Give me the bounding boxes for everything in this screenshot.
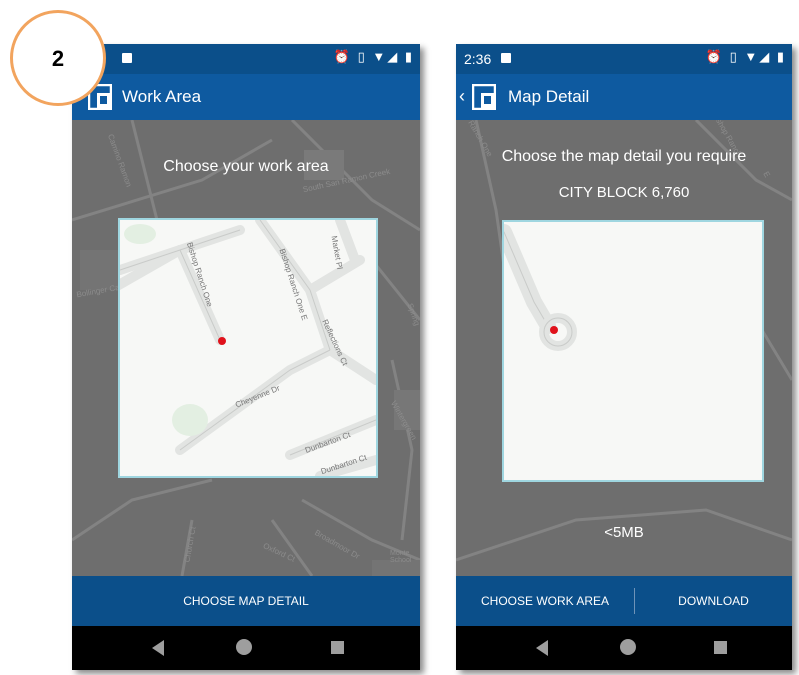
system-status-icons: ⏰ ▯ ▼◢ ▮	[705, 49, 786, 64]
map-label: Monte School	[390, 550, 412, 564]
map-detail-prompt: Choose the map detail you require	[501, 148, 747, 165]
download-size-estimate: <5MB	[604, 524, 644, 541]
work-area-prompt: Choose your work area	[163, 158, 329, 175]
map-background[interactable]: Camino Ramon South San Ramon Creek Bolli…	[72, 120, 420, 576]
nav-recent-apps-icon[interactable]	[331, 641, 344, 654]
page-title: Map Detail	[508, 87, 590, 106]
nav-recent-apps-icon[interactable]	[714, 641, 727, 654]
map-detail-screen: 2:36 ⏰ ▯ ▼◢ ▮ ‹ Map Detail Ranch One Bis…	[456, 44, 792, 670]
map-streets-detail	[504, 224, 577, 351]
choose-map-detail-button[interactable]: CHOOSE MAP DETAIL	[72, 576, 420, 626]
status-bar: ⏰ ▯ ▼◢ ▮	[72, 44, 420, 74]
download-button[interactable]: DOWNLOAD	[635, 576, 792, 626]
image-notification-icon	[122, 53, 132, 63]
clock: 2:36	[464, 51, 492, 67]
choose-work-area-button[interactable]: CHOOSE WORK AREA	[456, 576, 634, 626]
map-background: Ranch One Bishop Ranch E Choose the map …	[456, 120, 792, 576]
bottom-action-bar: CHOOSE MAP DETAIL	[72, 576, 420, 626]
current-location-dot	[218, 337, 226, 345]
work-area-selection-frame[interactable]: Bishop Ranch One Bishop Ranch One E Mark…	[118, 218, 378, 478]
android-nav-bar	[72, 626, 420, 670]
system-status-icons: ⏰ ▯ ▼◢ ▮	[333, 49, 414, 64]
current-location-dot	[550, 326, 558, 334]
step-number: 2	[51, 46, 65, 71]
bottom-action-bar: CHOOSE WORK AREA DOWNLOAD	[456, 576, 792, 626]
nav-back-icon[interactable]	[536, 640, 548, 656]
image-notification-icon	[501, 53, 511, 63]
step-number-badge: 2	[10, 10, 106, 106]
detail-preview-frame[interactable]	[502, 220, 764, 482]
work-area-screen: ⏰ ▯ ▼◢ ▮ Work Area Camino Ramon South Sa…	[72, 44, 420, 670]
nav-home-icon[interactable]	[620, 639, 636, 655]
detail-level-label: CITY BLOCK 6,760	[558, 184, 690, 201]
app-logo-icon	[472, 84, 496, 110]
app-bar: Work Area	[72, 74, 420, 120]
android-nav-bar	[456, 626, 792, 670]
back-chevron-icon[interactable]: ‹	[459, 86, 465, 107]
app-bar[interactable]: ‹ Map Detail	[456, 74, 792, 120]
nav-back-icon[interactable]	[152, 640, 164, 656]
nav-home-icon[interactable]	[236, 639, 252, 655]
status-bar: 2:36 ⏰ ▯ ▼◢ ▮	[456, 44, 792, 74]
page-title: Work Area	[122, 87, 202, 106]
